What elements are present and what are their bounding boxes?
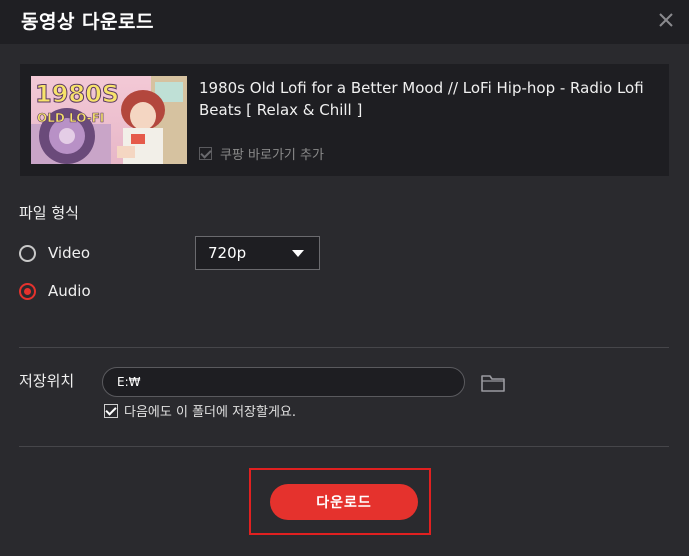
remember-folder-label: 다음에도 이 폴더에 저장할게요. <box>124 405 297 420</box>
coupang-shortcut-option: 쿠팡 바로가기 추가 <box>199 144 324 163</box>
thumbnail-text-1980s: 1980S <box>35 80 119 108</box>
dialog-title: 동영상 다운로드 <box>21 11 154 33</box>
divider <box>19 347 669 348</box>
remember-folder-option[interactable]: 다음에도 이 폴더에 저장할게요. <box>104 401 296 420</box>
divider <box>19 446 669 447</box>
video-thumbnail: 1980S OLD LO-FI <box>31 76 187 164</box>
folder-icon[interactable] <box>480 372 506 394</box>
save-path-value: E:₩ <box>117 375 141 389</box>
format-option-video[interactable]: Video <box>19 244 90 262</box>
audio-radio-label: Audio <box>48 282 91 300</box>
quality-select[interactable]: 720p <box>195 236 320 270</box>
video-radio[interactable] <box>19 244 36 262</box>
thumbnail-text-oldlofi: OLD LO-FI <box>37 111 104 125</box>
download-button[interactable]: 다운로드 <box>270 484 418 520</box>
dialog-titlebar: 동영상 다운로드 <box>0 0 689 44</box>
video-info-panel: 1980S OLD LO-FI 1980s Old Lofi for a Bet… <box>20 64 669 176</box>
save-path-input[interactable]: E:₩ <box>102 367 465 397</box>
video-title: 1980s Old Lofi for a Better Mood // LoFi… <box>199 79 644 119</box>
coupang-checkbox <box>199 147 212 160</box>
coupang-label: 쿠팡 바로가기 추가 <box>220 148 324 163</box>
audio-radio[interactable] <box>19 282 36 300</box>
video-radio-label: Video <box>48 244 91 262</box>
quality-select-value: 720p <box>208 244 247 262</box>
save-location-label: 저장위치 <box>19 372 75 390</box>
remember-folder-checkbox[interactable] <box>104 403 118 418</box>
close-icon[interactable] <box>654 8 678 32</box>
chevron-down-icon <box>292 250 304 257</box>
file-format-label: 파일 형식 <box>19 204 79 222</box>
format-option-audio[interactable]: Audio <box>19 282 91 300</box>
